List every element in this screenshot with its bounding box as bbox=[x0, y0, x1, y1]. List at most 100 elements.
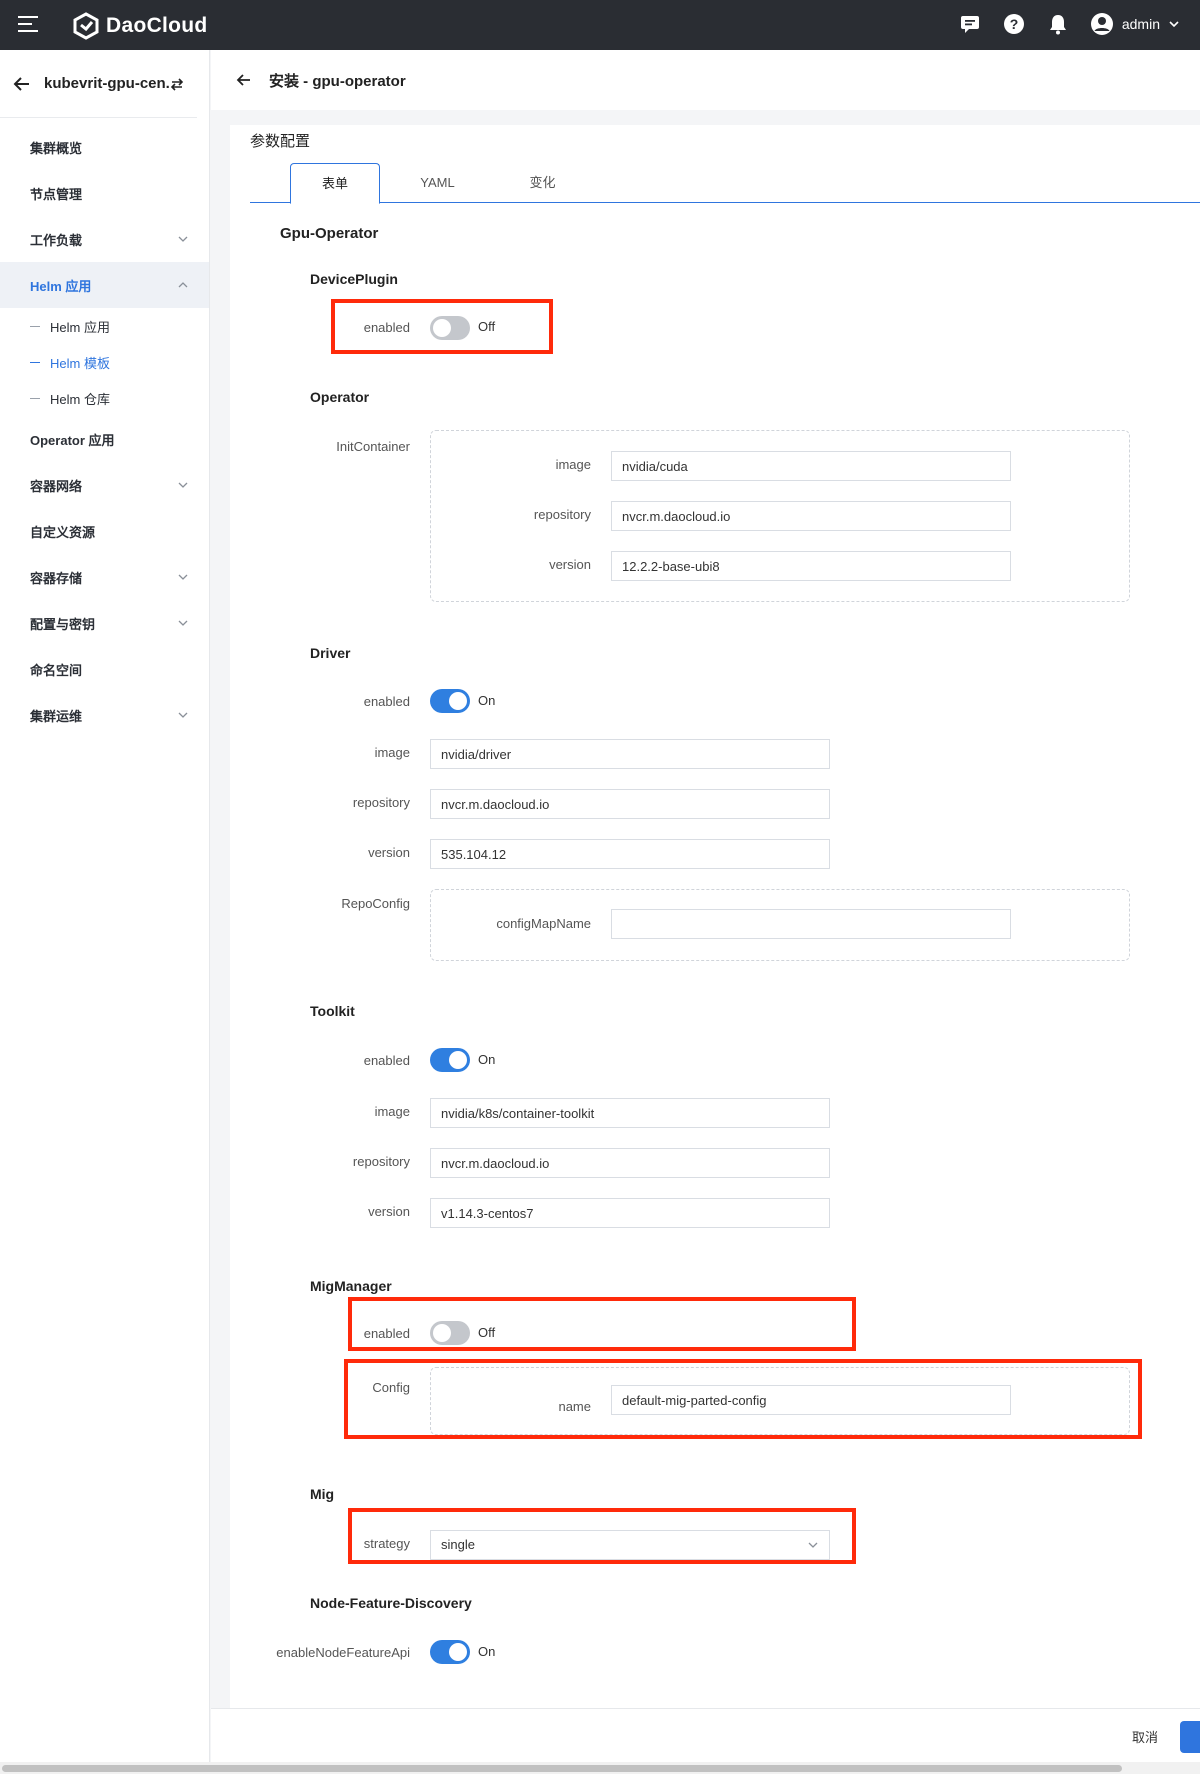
configmapname-input[interactable] bbox=[611, 909, 1011, 939]
toolkit-enabled-label: enabled bbox=[363, 1053, 410, 1068]
brand-name: DaoCloud bbox=[106, 14, 208, 37]
page-header: 安装 - gpu-operator bbox=[211, 50, 1200, 110]
chevron-up-icon bbox=[178, 282, 188, 288]
back-arrow-icon[interactable] bbox=[12, 74, 32, 94]
sidebar-item-workloads[interactable]: 工作负载 bbox=[0, 216, 209, 262]
chevron-down-icon bbox=[1169, 21, 1179, 28]
nfd-api-state: On bbox=[478, 1644, 496, 1659]
sidebar-subitem-helm-repos[interactable]: Helm 仓库 bbox=[0, 380, 209, 416]
sidebar-item-label: 集群运维 bbox=[30, 708, 83, 724]
confirm-button[interactable] bbox=[1180, 1721, 1200, 1753]
sidebar-item-config-secrets[interactable]: 配置与密钥 bbox=[0, 600, 209, 646]
mig-strategy-value: single bbox=[441, 1537, 475, 1552]
sidebar-item-cluster-overview[interactable]: 集群概览 bbox=[0, 124, 209, 170]
scrollbar-thumb[interactable] bbox=[2, 1765, 1122, 1772]
sidebar-item-crd[interactable]: 自定义资源 bbox=[0, 508, 209, 554]
menu-icon[interactable] bbox=[18, 16, 38, 34]
sidebar-item-label: 命名空间 bbox=[30, 662, 83, 678]
toolkit-version-label: version bbox=[368, 1204, 410, 1219]
deviceplugin-enabled-state: Off bbox=[478, 319, 496, 334]
toolkit-repository-label: repository bbox=[352, 1154, 410, 1169]
driver-version-label: version bbox=[368, 845, 410, 860]
sidebar-item-label: 配置与密钥 bbox=[30, 616, 96, 632]
toolkit-enabled-state: On bbox=[478, 1052, 496, 1067]
operator-image-label: image bbox=[555, 457, 591, 472]
driver-repository-input[interactable] bbox=[430, 789, 830, 819]
footer-bar: 取消 bbox=[211, 1708, 1200, 1764]
sidebar-subitem-label: Helm 应用 bbox=[50, 319, 110, 335]
cancel-button[interactable]: 取消 bbox=[1132, 1727, 1158, 1746]
sidebar-item-label: 自定义资源 bbox=[30, 524, 96, 540]
driver-image-input[interactable] bbox=[430, 739, 830, 769]
driver-enabled-toggle[interactable] bbox=[430, 689, 470, 713]
sidebar-subitem-helm-templates[interactable]: Helm 模板 bbox=[0, 344, 209, 380]
sidebar-item-storage[interactable]: 容器存储 bbox=[0, 554, 209, 600]
repoconfig-label: RepoConfig bbox=[341, 896, 410, 911]
driver-enabled-state: On bbox=[478, 693, 496, 708]
operator-repository-label: repository bbox=[533, 507, 591, 522]
migmanager-config-label: Config bbox=[372, 1380, 410, 1395]
driver-repository-label: repository bbox=[352, 795, 410, 810]
operator-title: Operator bbox=[310, 389, 370, 405]
nfd-api-label: enableNodeFeatureApi bbox=[276, 1645, 410, 1660]
tab-yaml[interactable]: YAML bbox=[380, 163, 495, 203]
sidebar: kubevrit-gpu-cen... 集群概览 节点管理 工作负载 Helm … bbox=[0, 50, 210, 1774]
sidebar-item-label: 容器网络 bbox=[30, 478, 83, 494]
operator-version-input[interactable] bbox=[611, 551, 1011, 581]
operator-version-label: version bbox=[549, 557, 591, 572]
sidebar-item-label: 容器存储 bbox=[30, 570, 83, 586]
migmanager-enabled-label: enabled bbox=[363, 1326, 410, 1341]
operator-image-input[interactable] bbox=[611, 451, 1011, 481]
bell-icon[interactable] bbox=[1046, 12, 1070, 36]
operator-repository-input[interactable] bbox=[611, 501, 1011, 531]
brand-logo[interactable]: DaoCloud bbox=[72, 12, 208, 40]
cluster-name[interactable]: kubevrit-gpu-cen... bbox=[44, 75, 169, 92]
sidebar-item-nodes[interactable]: 节点管理 bbox=[0, 170, 209, 216]
svg-text:?: ? bbox=[1010, 16, 1019, 32]
sidebar-subitem-label: Helm 仓库 bbox=[50, 391, 110, 407]
toolkit-enabled-toggle[interactable] bbox=[430, 1048, 470, 1072]
sidebar-item-operator[interactable]: Operator 应用 bbox=[0, 416, 209, 462]
driver-enabled-label: enabled bbox=[363, 694, 410, 709]
section-title: 参数配置 bbox=[250, 133, 311, 150]
deviceplugin-enabled-label: enabled bbox=[363, 320, 410, 335]
config-panel: 参数配置 表单 YAML 变化 Gpu-Operator DevicePlugi… bbox=[230, 125, 1200, 1711]
cluster-switcher: kubevrit-gpu-cen... bbox=[0, 50, 197, 118]
mig-strategy-select[interactable]: single bbox=[430, 1530, 830, 1560]
toolkit-image-input[interactable] bbox=[430, 1098, 830, 1128]
tab-changes[interactable]: 变化 bbox=[495, 163, 590, 203]
initcontainer-label: InitContainer bbox=[336, 439, 410, 454]
message-icon[interactable] bbox=[958, 12, 982, 36]
user-menu[interactable]: admin bbox=[1090, 12, 1180, 36]
chevron-down-icon bbox=[178, 620, 188, 626]
sidebar-item-network[interactable]: 容器网络 bbox=[0, 462, 209, 508]
sidebar-item-cluster-ops[interactable]: 集群运维 bbox=[0, 692, 209, 738]
sidebar-subitem-helm-apps[interactable]: Helm 应用 bbox=[0, 308, 209, 344]
mig-title: Mig bbox=[310, 1486, 335, 1502]
root-title: Gpu-Operator bbox=[280, 225, 379, 242]
help-icon[interactable]: ? bbox=[1002, 12, 1026, 36]
driver-title: Driver bbox=[310, 645, 351, 661]
migmanager-name-input[interactable] bbox=[611, 1385, 1011, 1415]
toolkit-version-input[interactable] bbox=[430, 1198, 830, 1228]
sidebar-item-helm[interactable]: Helm 应用 bbox=[0, 262, 209, 308]
tab-form[interactable]: 表单 bbox=[290, 163, 380, 204]
toolkit-title: Toolkit bbox=[310, 1003, 355, 1019]
configmapname-label: configMapName bbox=[496, 916, 591, 931]
nfd-api-toggle[interactable] bbox=[430, 1640, 470, 1664]
sidebar-item-namespaces[interactable]: 命名空间 bbox=[0, 646, 209, 692]
toolkit-repository-input[interactable] bbox=[430, 1148, 830, 1178]
horizontal-scrollbar[interactable] bbox=[0, 1762, 1200, 1774]
migmanager-enabled-toggle[interactable] bbox=[430, 1321, 470, 1345]
sidebar-item-label: 节点管理 bbox=[30, 186, 83, 202]
chevron-down-icon bbox=[178, 574, 188, 580]
sidebar-item-label: 工作负载 bbox=[30, 232, 83, 248]
driver-version-input[interactable] bbox=[430, 839, 830, 869]
switch-cluster-icon[interactable] bbox=[169, 76, 185, 92]
sidebar-item-label: Helm 应用 bbox=[30, 278, 92, 294]
deviceplugin-enabled-toggle[interactable] bbox=[430, 316, 470, 340]
tab-bar: 表单 YAML 变化 bbox=[250, 163, 1200, 204]
toolkit-image-label: image bbox=[374, 1104, 410, 1119]
chevron-down-icon bbox=[178, 236, 188, 242]
back-arrow-icon[interactable] bbox=[235, 71, 253, 89]
